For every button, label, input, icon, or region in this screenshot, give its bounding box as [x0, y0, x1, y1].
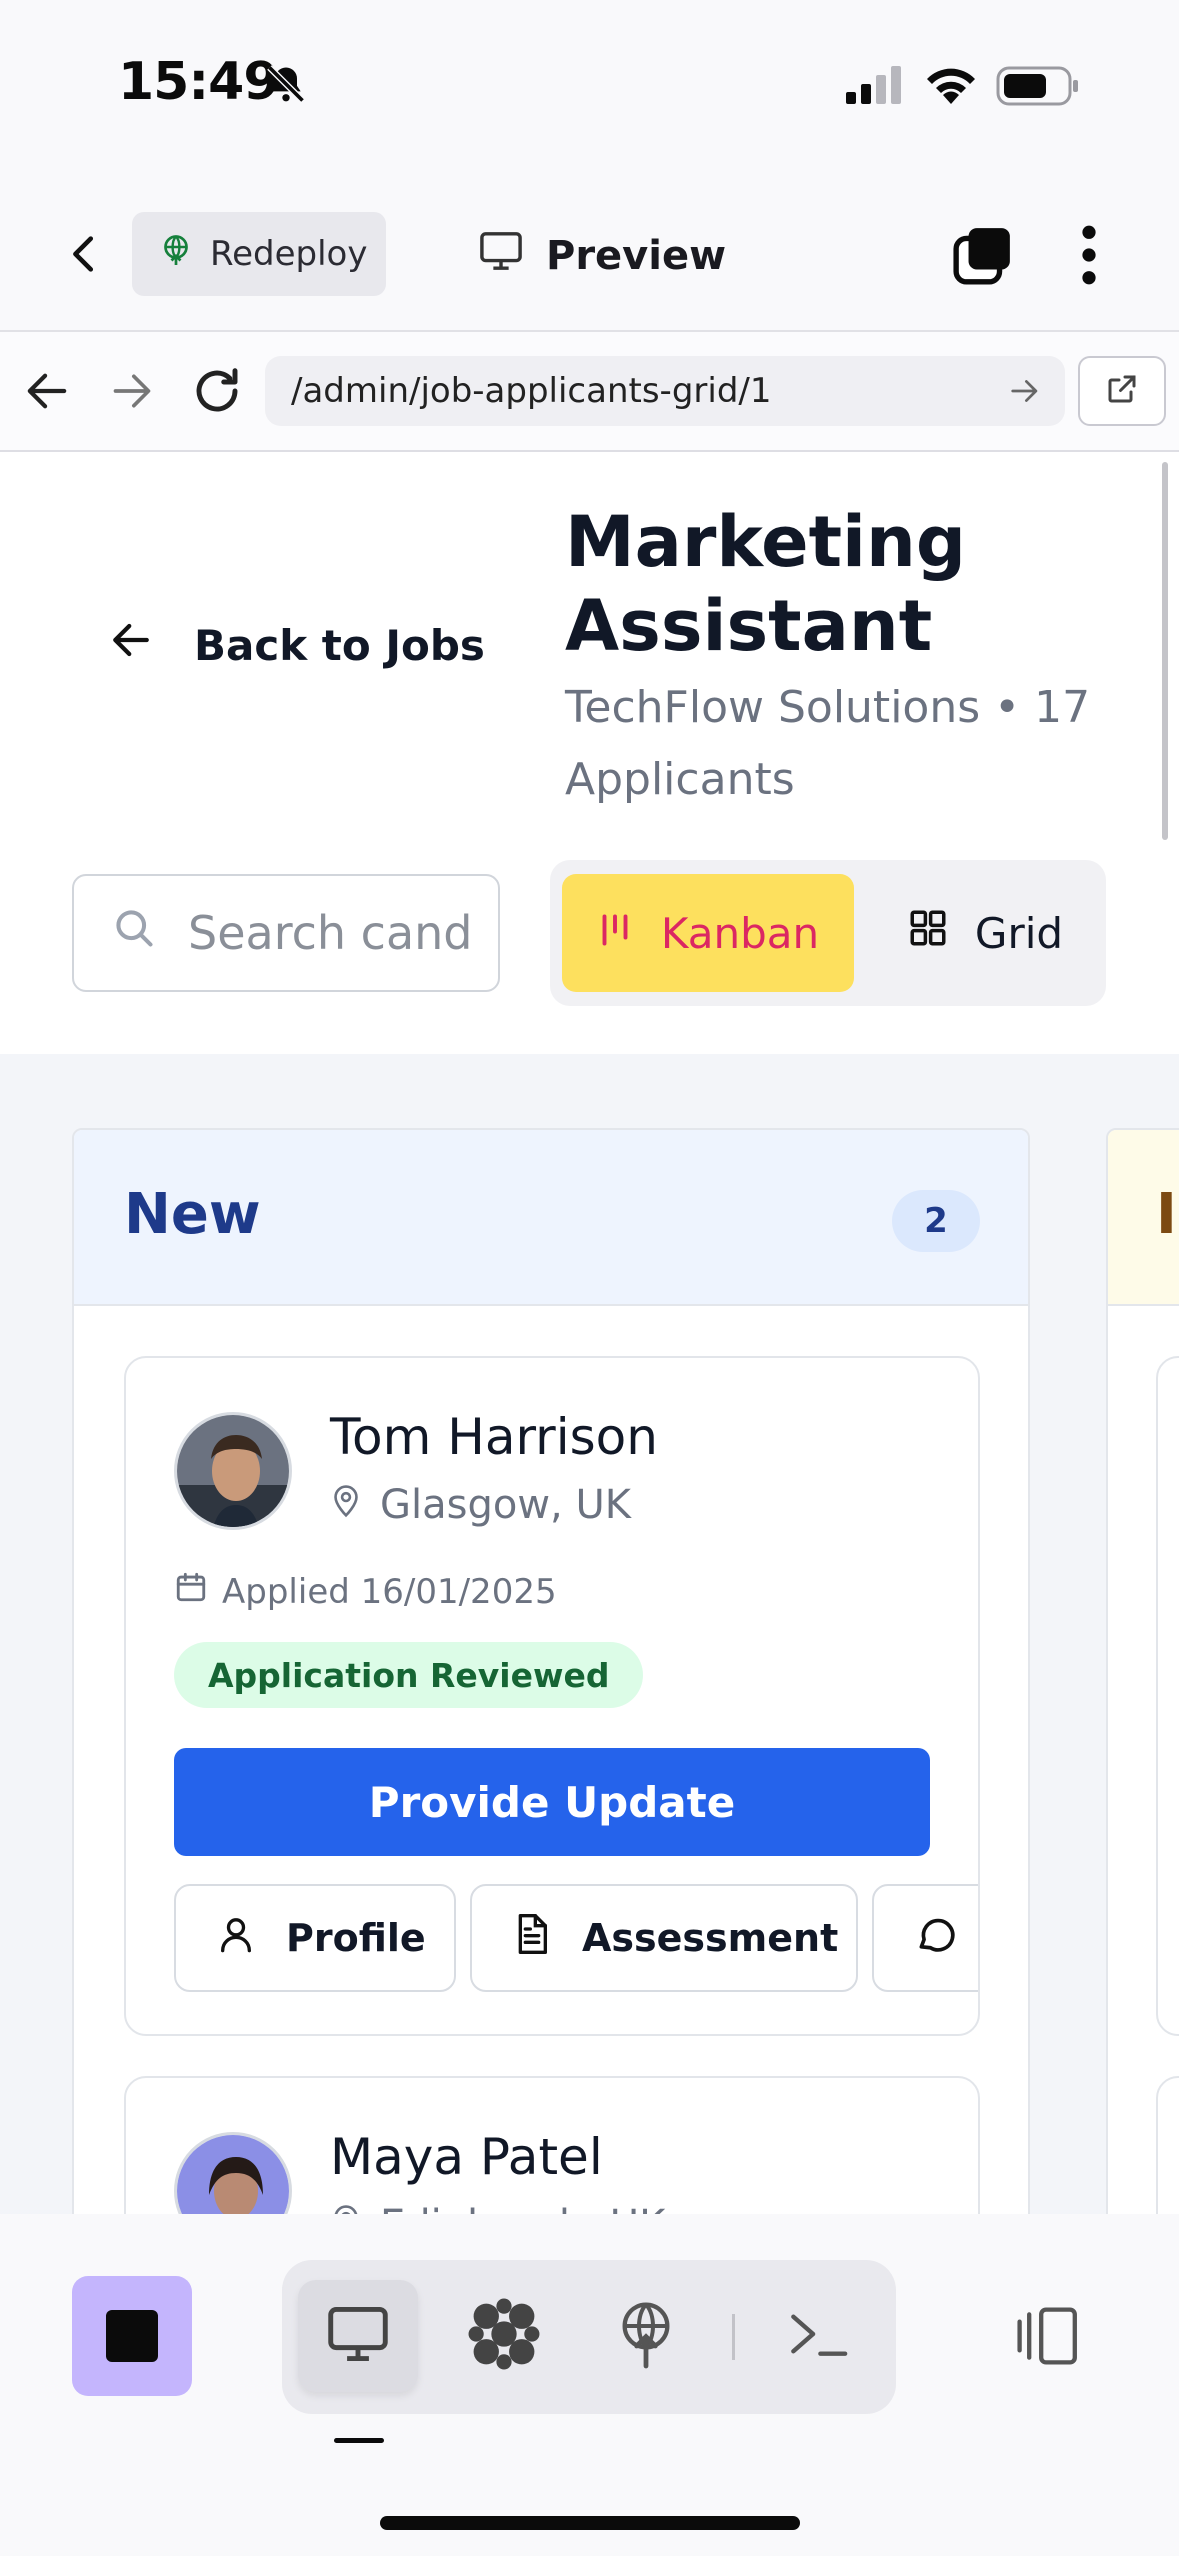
- wifi-icon: [922, 62, 980, 110]
- candidate-name[interactable]: Tom Harrison: [330, 1408, 658, 1466]
- monitor-icon: [478, 230, 524, 282]
- battery-icon: [996, 64, 1080, 112]
- map-pin-icon: [330, 1482, 362, 1528]
- profile-label: Profile: [286, 1916, 426, 1960]
- search-icon: [112, 906, 156, 961]
- candidate-location-text: Edinburgh, UK: [380, 2202, 665, 2214]
- kanban-icon: [597, 909, 633, 958]
- kanban-label: Kanban: [660, 908, 820, 958]
- dock-apps-button[interactable]: [444, 2280, 564, 2392]
- candidate-card[interactable]: Maya Patel Edinburgh, UK: [124, 2076, 980, 2214]
- column-title: In: [1156, 1182, 1179, 1247]
- assessment-button[interactable]: Assessment: [470, 1884, 858, 1992]
- candidate-location-text: Glasgow, UK: [380, 1482, 631, 1528]
- job-subtitle: TechFlow Solutions • 17 Applicants: [565, 682, 1091, 805]
- message-bubble-icon: [914, 1912, 958, 1965]
- dock-deploy-button[interactable]: [586, 2280, 706, 2392]
- avatar[interactable]: [174, 2132, 292, 2214]
- globe-deploy-icon: [158, 232, 194, 277]
- active-tab-indicator: [334, 2438, 384, 2443]
- document-icon: [512, 1912, 552, 1965]
- map-pin-icon: [330, 2202, 362, 2214]
- browser-forward-icon[interactable]: [110, 370, 154, 416]
- dock-terminal-button[interactable]: [758, 2280, 878, 2392]
- message-button[interactable]: Me: [872, 1884, 978, 1992]
- avatar[interactable]: [174, 1412, 292, 1530]
- scrollbar[interactable]: [1162, 462, 1168, 840]
- column-count-badge: 2: [892, 1190, 980, 1252]
- url-text: /admin/job-applicants-grid/1: [291, 371, 772, 411]
- globe-deploy-icon: [614, 2298, 678, 2374]
- kanban-view-button[interactable]: Kanban: [562, 874, 854, 992]
- candidate-name[interactable]: Maya Patel: [330, 2128, 603, 2186]
- back-to-jobs-link[interactable]: Back to Jobs: [110, 620, 485, 670]
- candidate-card[interactable]: [1156, 1356, 1179, 2036]
- dock-separator: [732, 2314, 735, 2360]
- external-link-icon: [1104, 371, 1140, 411]
- terminal-icon: [786, 2308, 850, 2364]
- applied-date-text: Applied 16/01/2025: [222, 1571, 557, 1612]
- arrow-left-icon: [110, 620, 152, 670]
- monitor-icon: [325, 2304, 391, 2368]
- grid-view-button[interactable]: Grid: [880, 874, 1090, 992]
- calendar-icon: [174, 1570, 208, 1613]
- back-chevron-icon[interactable]: [62, 226, 108, 286]
- applied-date: Applied 16/01/2025: [174, 1570, 557, 1613]
- column-in-progress: In: [1106, 1128, 1179, 2214]
- open-external-button[interactable]: [1078, 356, 1166, 426]
- column-title: New: [124, 1182, 261, 1247]
- tabs-switcher-icon[interactable]: [952, 224, 1014, 290]
- column-new: New 2 Tom Harrison Glasgow, UK Applied 1…: [72, 1128, 1030, 2214]
- column-header: In: [1108, 1130, 1179, 1306]
- profile-button[interactable]: Profile: [174, 1884, 456, 1992]
- reload-icon[interactable]: [190, 364, 244, 422]
- kanban-board: New 2 Tom Harrison Glasgow, UK Applied 1…: [0, 1054, 1179, 2214]
- url-go-arrow-icon[interactable]: [1008, 376, 1042, 410]
- dock-preview-button[interactable]: [298, 2280, 418, 2392]
- candidate-card[interactable]: [1156, 2076, 1179, 2214]
- candidate-card[interactable]: Tom Harrison Glasgow, UK Applied 16/01/2…: [124, 1356, 980, 2036]
- preview-button[interactable]: Preview: [478, 226, 726, 286]
- redeploy-label: Redeploy: [210, 234, 368, 274]
- user-icon: [216, 1913, 256, 1964]
- column-header: New 2: [74, 1130, 1028, 1306]
- home-indicator[interactable]: [380, 2516, 800, 2530]
- cellular-signal-icon: [846, 66, 906, 110]
- search-placeholder: Search cand: [188, 906, 473, 960]
- more-vertical-icon[interactable]: [1072, 224, 1106, 290]
- status-badge: Application Reviewed: [174, 1642, 644, 1708]
- apps-blob-icon: [466, 2296, 542, 2376]
- browser-back-icon[interactable]: [24, 370, 70, 416]
- back-to-jobs-label: Back to Jobs: [194, 620, 485, 670]
- grid-icon: [907, 907, 949, 959]
- stop-square-icon: [106, 2310, 158, 2362]
- page-title: Marketing Assistant: [565, 501, 966, 667]
- search-input[interactable]: Search cand: [72, 874, 500, 992]
- panel-layout-icon[interactable]: [1010, 2304, 1082, 2372]
- candidate-location: Edinburgh, UK: [330, 2202, 665, 2214]
- assessment-label: Assessment: [582, 1916, 839, 1960]
- preview-label: Preview: [546, 233, 727, 279]
- redeploy-button[interactable]: Redeploy: [132, 212, 386, 296]
- bell-slash-icon: [264, 62, 308, 110]
- stop-button[interactable]: [72, 2276, 192, 2396]
- status-time: 15:49: [118, 52, 280, 112]
- provide-update-button[interactable]: Provide Update: [174, 1748, 930, 1856]
- url-field[interactable]: /admin/job-applicants-grid/1: [265, 356, 1065, 426]
- candidate-location: Glasgow, UK: [330, 1482, 631, 1528]
- grid-label: Grid: [974, 908, 1064, 958]
